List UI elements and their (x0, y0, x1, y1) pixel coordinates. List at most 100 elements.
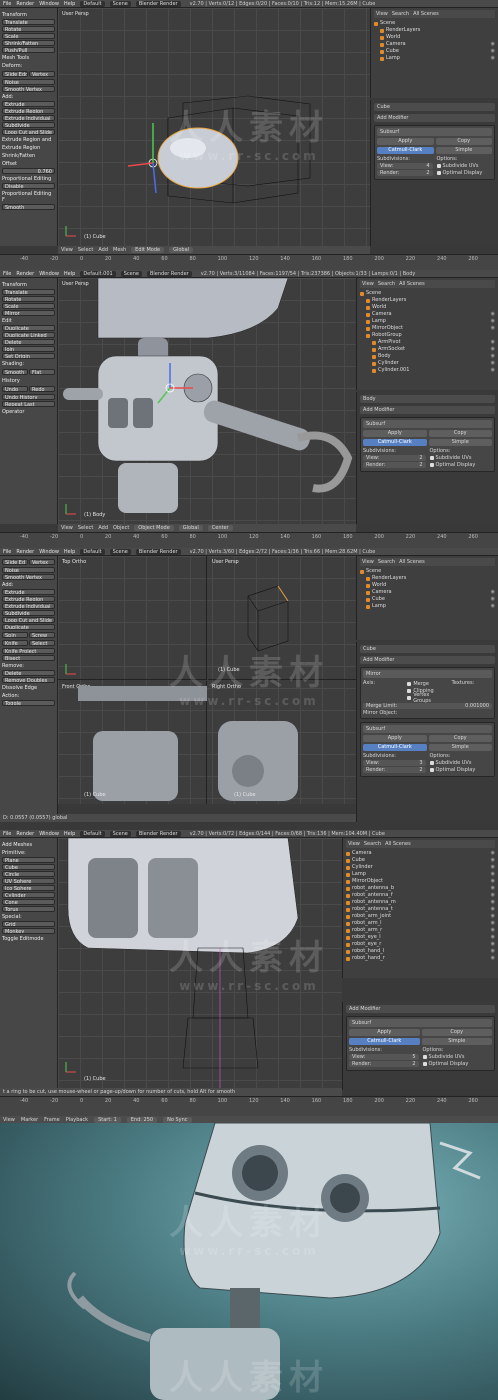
outliner-item[interactable]: robot_antenna_f ◉ (346, 892, 495, 899)
menu-render[interactable]: Render (16, 271, 34, 277)
add-modifier-button[interactable]: Add Modifier (360, 656, 495, 664)
add-torus-button[interactable]: Torus (2, 906, 55, 912)
outliner-item[interactable]: robot_antenna_m ◉ (346, 899, 495, 906)
outliner-item[interactable]: robot_antenna_t ◉ (346, 906, 495, 913)
tool-button[interactable]: Extrude Individual (2, 115, 55, 121)
tool-button[interactable]: Smooth (2, 369, 28, 375)
layout-select[interactable]: Default (80, 548, 105, 555)
copy-button[interactable]: Copy (421, 1029, 492, 1036)
optimal-display-checkbox[interactable]: Optimal Display (429, 767, 493, 773)
scene-select[interactable]: Scene (120, 270, 142, 277)
orientation-select[interactable]: Global (178, 525, 203, 531)
tool-button[interactable]: Vertex (29, 559, 55, 565)
tool-button[interactable]: Duplicate (2, 325, 55, 331)
copy-button[interactable]: Copy (435, 138, 492, 145)
eye-icon[interactable]: ◉ (491, 603, 495, 610)
scene-select[interactable]: Scene (109, 0, 131, 7)
tool-button[interactable]: Extrude Individual (2, 603, 55, 609)
tool-button[interactable]: Repeat Last (2, 401, 55, 407)
eye-icon[interactable]: ◉ (491, 955, 495, 962)
merge-checkbox[interactable]: Merge (407, 681, 447, 687)
tool-button[interactable]: Join (2, 346, 55, 352)
engine-select[interactable]: Blender Render (146, 270, 192, 277)
subdivide-uvs-checkbox[interactable]: Subdivide UVs (436, 163, 493, 169)
outliner-item[interactable]: RobotGroup (360, 332, 495, 339)
tool-button[interactable]: Smooth Vertex (2, 574, 55, 580)
tool-button[interactable]: Subdivide (2, 122, 55, 128)
tool-button[interactable]: Redo (29, 386, 55, 392)
add-cube-button[interactable]: Cube (2, 864, 55, 870)
scene-select[interactable]: Scene (109, 548, 131, 555)
outliner-item[interactable]: RenderLayers (360, 575, 495, 582)
menu-file[interactable]: File (3, 831, 11, 837)
apply-button[interactable]: Apply (377, 138, 434, 145)
3d-viewport[interactable]: (1) Cube (58, 838, 342, 1088)
eye-icon[interactable]: ◉ (491, 48, 495, 55)
tool-button[interactable]: Extrude (2, 589, 55, 595)
view-levels-field[interactable]: View: 4 (377, 163, 433, 169)
outliner-item[interactable]: Cube ◉ (374, 48, 495, 55)
catmull-clark-button[interactable]: Catmull-Clark (377, 147, 434, 154)
tool-button[interactable]: Rotate (2, 296, 55, 302)
add-ico-sphere-button[interactable]: Ico Sphere (2, 885, 55, 891)
optimal-display-checkbox[interactable]: Optimal Display (429, 462, 493, 468)
vertex-groups-checkbox[interactable]: Vertex Groups (407, 692, 447, 704)
timeline-marker-menu[interactable]: Marker (21, 1117, 38, 1123)
outliner-item[interactable]: robot_eye_r ◉ (346, 941, 495, 948)
robot-model[interactable] (58, 278, 356, 524)
tool-button[interactable]: Translate (2, 289, 55, 295)
tool-button[interactable]: Extrude Region (2, 108, 55, 114)
simple-button[interactable]: Simple (435, 147, 492, 154)
tool-button[interactable]: Push/Pull (2, 47, 55, 53)
simple-button[interactable]: Simple (421, 1038, 492, 1045)
apply-button[interactable]: Apply (349, 1029, 420, 1036)
start-frame-field[interactable]: Start: 1 (94, 1116, 121, 1123)
view-levels-field[interactable]: View: 3 (363, 760, 426, 766)
tool-button[interactable]: Undo History (2, 394, 55, 400)
eye-icon[interactable]: ◉ (491, 920, 495, 927)
outliner-view[interactable]: View (348, 841, 360, 847)
add-menu[interactable]: Add (98, 247, 108, 253)
view-top-ortho[interactable]: Top Ortho (58, 556, 207, 680)
tool-button[interactable]: Mirror (2, 310, 55, 316)
outliner-item[interactable]: Cylinder ◉ (360, 360, 495, 367)
outliner-item[interactable]: World (360, 304, 495, 311)
scene-select[interactable]: Scene (109, 830, 131, 837)
outliner-item[interactable]: Lamp ◉ (346, 871, 495, 878)
menu-help[interactable]: Help (64, 549, 75, 555)
modifier-name[interactable]: Subsurf (363, 420, 492, 428)
tool-button[interactable]: Noise (2, 567, 55, 573)
outliner-item[interactable]: Lamp ◉ (360, 318, 495, 325)
outliner-item[interactable]: Lamp ◉ (360, 603, 495, 610)
add-grid-button[interactable]: Grid (2, 921, 55, 927)
eye-icon[interactable]: ◉ (491, 41, 495, 48)
menu-file[interactable]: File (3, 549, 11, 555)
subdivide-uvs-checkbox[interactable]: Subdivide UVs (429, 455, 493, 461)
eye-icon[interactable]: ◉ (491, 589, 495, 596)
tool-button[interactable]: Rotate (2, 26, 55, 32)
tool-button[interactable]: Smooth Vertex (2, 86, 55, 92)
view-levels-field[interactable]: View: 5 (349, 1054, 419, 1060)
eye-icon[interactable]: ◉ (491, 871, 495, 878)
outliner-view[interactable]: View (362, 559, 374, 565)
tool-button[interactable]: Screw (29, 632, 55, 638)
eye-icon[interactable]: ◉ (491, 934, 495, 941)
tool-button[interactable]: Knife (2, 640, 28, 646)
gizmo-z[interactable] (152, 162, 157, 194)
copy-button[interactable]: Copy (428, 735, 492, 742)
outliner-search[interactable]: Search (364, 841, 381, 847)
eye-icon[interactable]: ◉ (491, 850, 495, 857)
view-menu[interactable]: View (61, 525, 73, 531)
render-levels-field[interactable]: Render: 2 (377, 170, 433, 176)
apply-button[interactable]: Apply (363, 430, 427, 437)
engine-select[interactable]: Blender Render (135, 548, 181, 555)
eye-icon[interactable]: ◉ (491, 353, 495, 360)
outliner-item[interactable]: Scene (360, 568, 495, 575)
menu-file[interactable]: File (3, 1, 11, 7)
outliner-item[interactable]: Scene (360, 290, 495, 297)
eye-icon[interactable]: ◉ (491, 346, 495, 353)
outliner-item[interactable]: robot_arm_joint ◉ (346, 913, 495, 920)
outliner-item[interactable]: MirrorObject ◉ (346, 878, 495, 885)
modifier-name[interactable]: Subsurf (377, 128, 492, 136)
outliner-item[interactable]: Body ◉ (360, 353, 495, 360)
